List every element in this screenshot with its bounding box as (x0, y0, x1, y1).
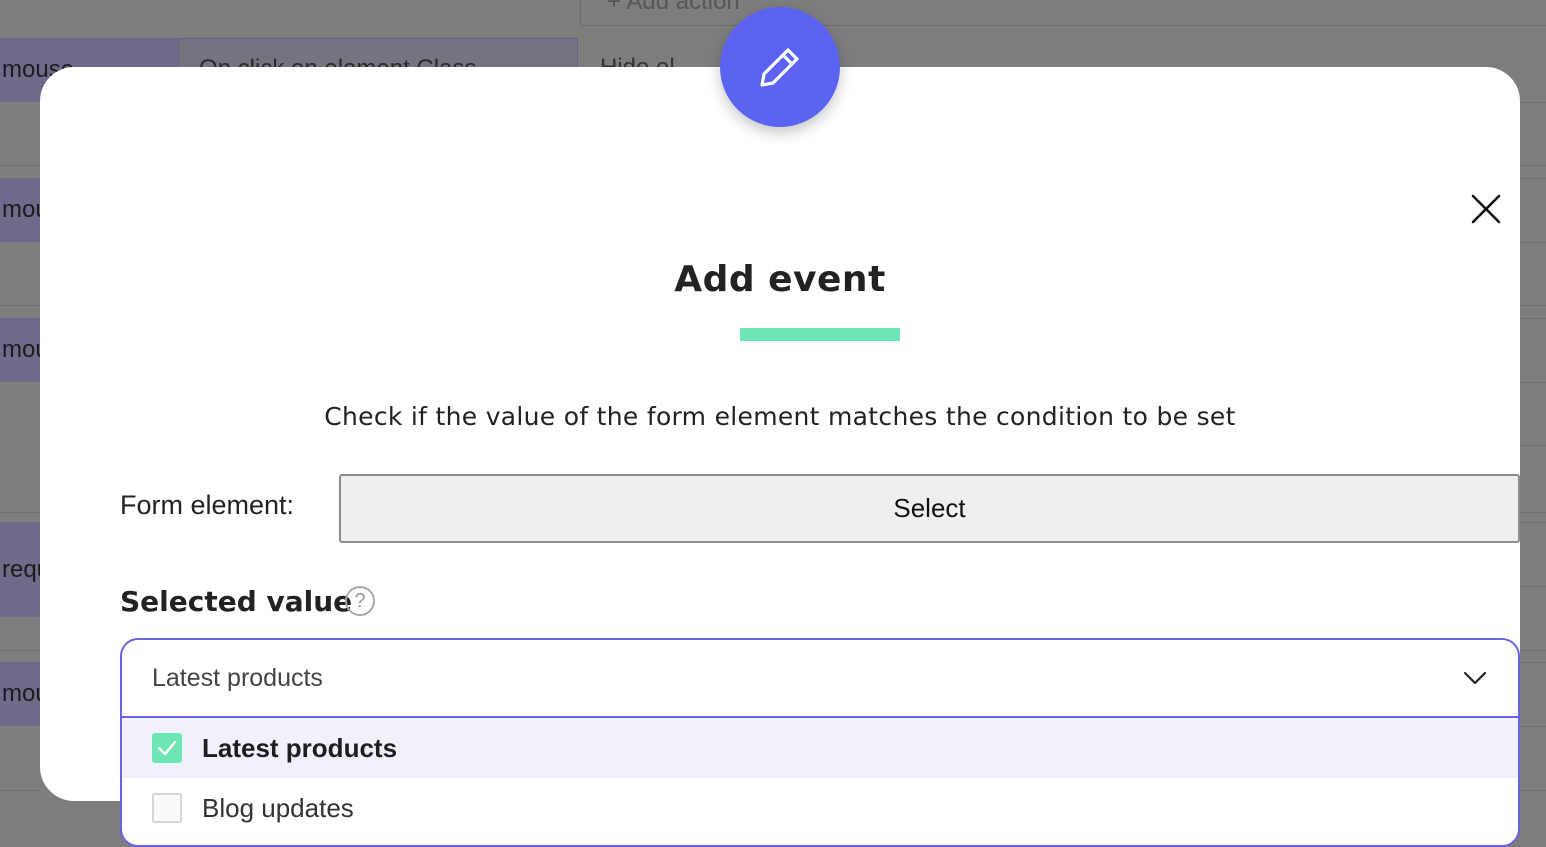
close-button[interactable] (1464, 187, 1508, 231)
row-event-tag: mou (0, 178, 42, 242)
divider (0, 165, 40, 166)
selected-value-dropdown[interactable]: Latest products Latest products Blog upd… (120, 638, 1520, 847)
row-event-tag: requ (0, 522, 42, 617)
chevron-down-icon (1463, 671, 1487, 685)
select-button-label: Select (893, 493, 966, 523)
form-element-select-button[interactable]: Select (339, 474, 1520, 543)
close-icon (1471, 194, 1501, 224)
pencil-icon (760, 48, 799, 87)
divider (0, 650, 40, 651)
checkmark-icon (157, 740, 177, 756)
dropdown-option[interactable]: Blog updates (122, 778, 1518, 838)
edit-badge (720, 7, 840, 127)
modal-description: Check if the value of the form element m… (324, 402, 1236, 431)
option-label: Latest products (202, 732, 398, 763)
checkbox-checked[interactable] (152, 733, 182, 763)
add-event-modal: Add event Check if the value of the form… (40, 67, 1520, 847)
checkbox-unchecked[interactable] (152, 793, 182, 823)
row-event-tag: mou (0, 318, 42, 382)
selected-value-label: Selected value (120, 585, 353, 618)
dropdown-option[interactable]: Latest products (122, 718, 1518, 778)
title-underline (740, 328, 900, 341)
divider (0, 512, 40, 513)
dropdown-header[interactable]: Latest products (122, 640, 1518, 718)
row-event-tag: mou (0, 662, 42, 726)
help-icon[interactable]: ? (345, 586, 375, 616)
divider (0, 305, 40, 306)
modal-title: Add event (674, 259, 886, 300)
form-element-label: Form element: (120, 490, 295, 520)
add-action-button: + Add action (580, 0, 1546, 26)
dropdown-current-value: Latest products (152, 663, 323, 692)
option-label: Blog updates (202, 792, 354, 823)
divider (0, 790, 40, 791)
